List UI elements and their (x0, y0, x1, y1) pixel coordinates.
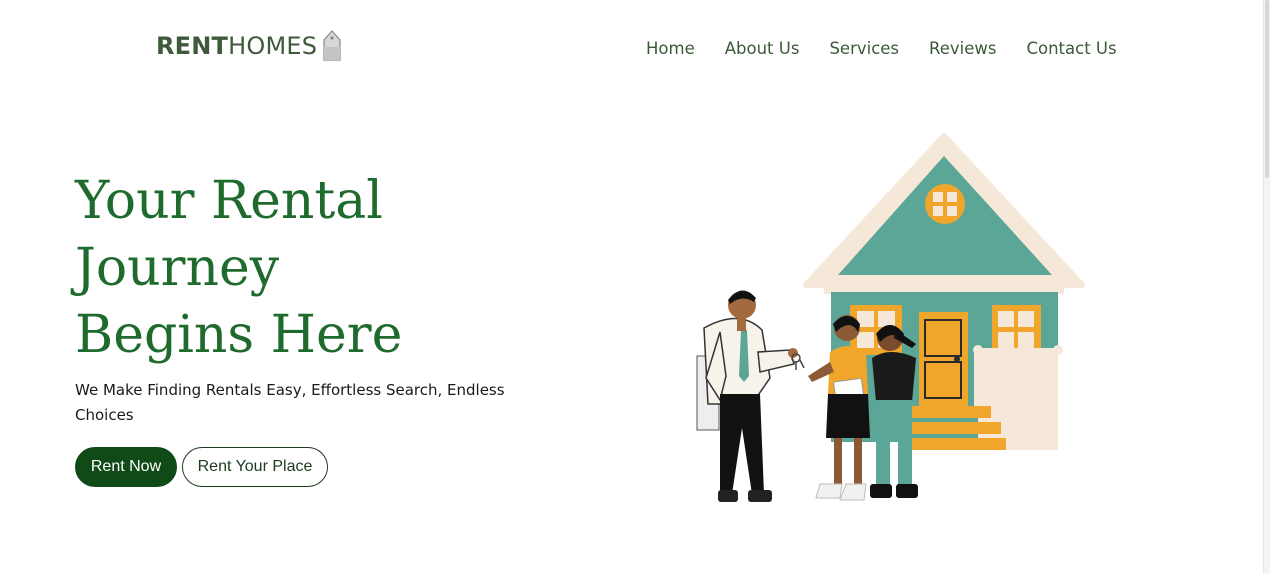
nav-about-us[interactable]: About Us (725, 39, 800, 58)
nav-services[interactable]: Services (829, 39, 899, 58)
logo-light-text: HOMES (228, 32, 318, 60)
hero-title-line: Begins Here (75, 305, 403, 365)
house-window-right (992, 305, 1041, 355)
nav-contact-us[interactable]: Contact Us (1026, 39, 1116, 58)
hero-subtitle: We Make Finding Rentals Easy, Effortless… (75, 381, 505, 424)
hero-illustration (696, 133, 1085, 502)
scrollbar-thumb[interactable] (1265, 0, 1269, 178)
agent-figure (696, 290, 798, 502)
hero-title-line: Your Rental (75, 171, 383, 231)
main-nav: Home About Us Services Reviews Contact U… (646, 39, 1117, 58)
house-door (919, 312, 968, 406)
attic-window (925, 184, 965, 224)
logo-bold-text: RENT (156, 32, 229, 60)
house-tag-icon (323, 30, 341, 61)
house-side-wall (978, 352, 1058, 450)
logo[interactable]: RENTHOMES (156, 30, 341, 62)
nav-home[interactable]: Home (646, 39, 695, 58)
rent-your-place-button[interactable]: Rent Your Place (182, 447, 328, 487)
logo-text: RENTHOMES (156, 32, 317, 60)
hero-title-line: Journey (75, 238, 280, 298)
hero-title: Your Rental Journey Begins Here (75, 168, 495, 369)
nav-reviews[interactable]: Reviews (929, 39, 996, 58)
house-steps (905, 406, 1006, 450)
rent-now-button[interactable]: Rent Now (75, 447, 177, 487)
